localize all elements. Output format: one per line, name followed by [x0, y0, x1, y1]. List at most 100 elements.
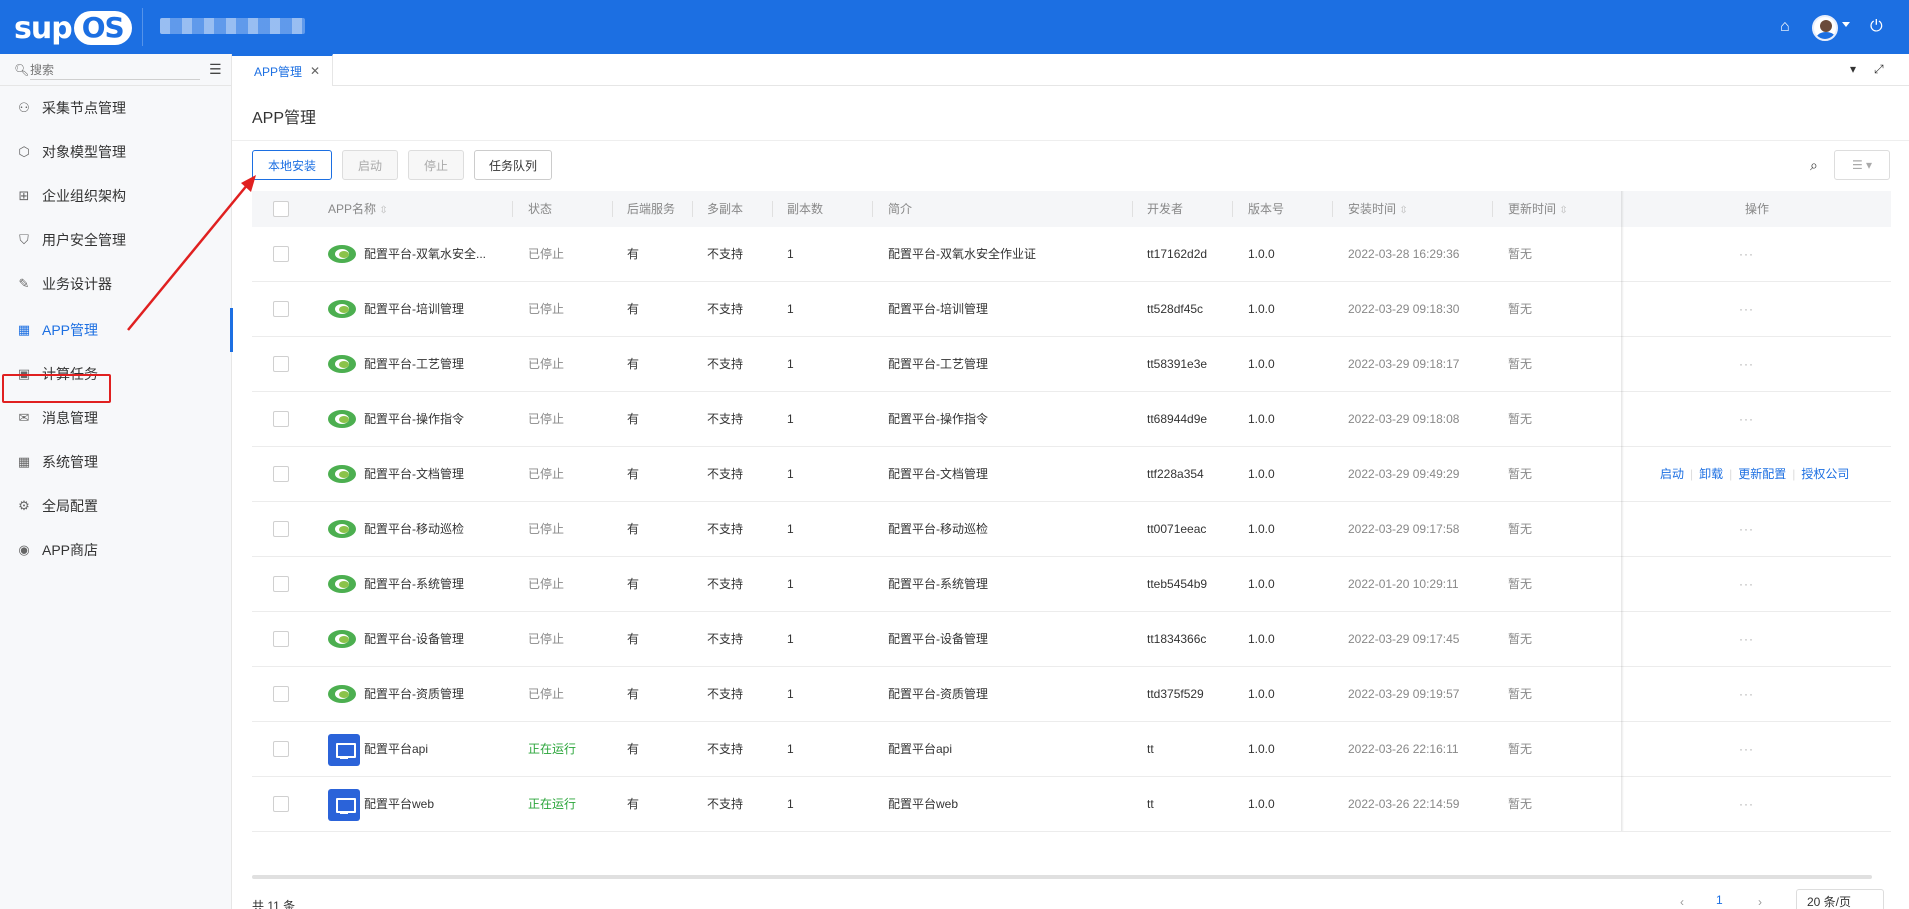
row-actions: ···	[1739, 612, 1754, 667]
row-checkbox[interactable]	[273, 521, 289, 537]
row-checkbox[interactable]	[273, 631, 289, 647]
row-checkbox[interactable]	[273, 796, 289, 812]
update-time-cell: 暂无	[1508, 522, 1533, 536]
tab-app-management[interactable]: APP管理 ✕	[232, 54, 334, 86]
app-name[interactable]: 配置平台-资质管理	[364, 667, 464, 722]
sidebar-item-global-config[interactable]: ⚙ 全局配置	[0, 484, 232, 528]
backend-cell: 有	[627, 797, 640, 811]
home-icon[interactable]: ⌂	[1780, 18, 1790, 36]
column-header-installed[interactable]: 安装时间 ⇳	[1348, 191, 1408, 227]
version-cell: 1.0.0	[1248, 632, 1275, 646]
table-row[interactable]: 配置平台-操作指令 已停止 有 不支持 1 配置平台-操作指令 tt68944d9e 1.0.…	[252, 392, 1891, 447]
app-leaf-icon	[328, 245, 356, 263]
row-checkbox[interactable]	[273, 246, 289, 262]
sidebar-item-app-store[interactable]: ◉ APP商店	[0, 528, 232, 572]
horizontal-scrollbar[interactable]	[252, 875, 1872, 879]
app-name[interactable]: 配置平台-移动巡检	[364, 502, 464, 557]
sidebar-item-app-management[interactable]: ▦ APP管理	[0, 308, 233, 352]
replica-count-cell: 1	[787, 522, 794, 536]
sort-icon[interactable]: ⇳	[379, 205, 387, 216]
chevron-down-icon[interactable]	[1842, 22, 1850, 27]
message-icon: ✉	[18, 410, 30, 425]
table-row[interactable]: 配置平台-资质管理 已停止 有 不支持 1 配置平台-资质管理 ttd375f529 1.0.…	[252, 667, 1891, 722]
table-row[interactable]: 配置平台-双氧水安全... 已停止 有 不支持 1 配置平台-双氧水安全作业证 tt1716…	[252, 227, 1891, 282]
fullscreen-icon[interactable]: ⤢	[1874, 62, 1884, 77]
more-actions-icon[interactable]: ···	[1739, 577, 1754, 591]
table-row[interactable]: 配置平台-系统管理 已停止 有 不支持 1 配置平台-系统管理 tteb5454b9 1.0.…	[252, 557, 1891, 612]
table-row[interactable]: 配置平台-培训管理 已停止 有 不支持 1 配置平台-培训管理 tt528df45c 1.0.…	[252, 282, 1891, 337]
avatar[interactable]	[1812, 15, 1838, 41]
app-name[interactable]: 配置平台-文档管理	[364, 447, 464, 502]
backend-cell: 有	[627, 522, 640, 536]
close-icon[interactable]: ✕	[310, 64, 320, 78]
table-row[interactable]: 配置平台-设备管理 已停止 有 不支持 1 配置平台-设备管理 tt1834366c 1.0.…	[252, 612, 1891, 667]
select-all-checkbox[interactable]	[273, 201, 289, 217]
row-action-link[interactable]: 更新配置	[1738, 467, 1786, 481]
backend-cell: 有	[627, 247, 640, 261]
app-name[interactable]: 配置平台-双氧水安全...	[364, 227, 486, 282]
more-actions-icon[interactable]: ···	[1739, 247, 1754, 261]
column-header-updated[interactable]: 更新时间 ⇳	[1508, 191, 1568, 227]
supos-logo[interactable]: sup OS	[14, 10, 132, 46]
more-actions-icon[interactable]: ···	[1739, 797, 1754, 811]
more-actions-icon[interactable]: ···	[1739, 302, 1754, 316]
app-name[interactable]: 配置平台web	[364, 777, 434, 832]
start-button[interactable]: 启动	[342, 150, 398, 180]
app-name[interactable]: 配置平台-设备管理	[364, 612, 464, 667]
app-name[interactable]: 配置平台-操作指令	[364, 392, 464, 447]
row-action-link[interactable]: 启动	[1660, 467, 1684, 481]
chevron-down-icon[interactable]: ▾	[1850, 62, 1856, 76]
sidebar: 🔍︎ ☰ ⚇ 采集节点管理 ⬡ 对象模型管理 ⊞ 企业组织架构 ⛉ 用户安全管理…	[0, 54, 233, 909]
sidebar-search-input[interactable]	[30, 60, 200, 80]
more-actions-icon[interactable]: ···	[1739, 687, 1754, 701]
table-row[interactable]: 配置平台web 正在运行 有 不支持 1 配置平台web tt 1.0.0 2022-03-26…	[252, 777, 1891, 832]
table-row[interactable]: 配置平台api 正在运行 有 不支持 1 配置平台api tt 1.0.0 2022-03-26…	[252, 722, 1891, 777]
app-name[interactable]: 配置平台-系统管理	[364, 557, 464, 612]
local-install-button[interactable]: 本地安装	[252, 150, 332, 180]
developer-cell: tteb5454b9	[1147, 577, 1208, 591]
row-checkbox[interactable]	[273, 576, 289, 592]
more-actions-icon[interactable]: ···	[1739, 522, 1754, 536]
sidebar-item-org[interactable]: ⊞ 企业组织架构	[0, 174, 232, 218]
sidebar-item-designer[interactable]: ✎ 业务设计器	[0, 262, 232, 306]
page-size-select[interactable]: 20 条/页	[1796, 889, 1884, 909]
sidebar-item-user-security[interactable]: ⛉ 用户安全管理	[0, 218, 232, 262]
row-action-link[interactable]: 卸载	[1699, 467, 1723, 481]
column-header-backend: 后端服务	[627, 202, 676, 216]
sidebar-item-collect-nodes[interactable]: ⚇ 采集节点管理	[0, 86, 232, 130]
column-settings-dropdown[interactable]: ☰ ▾	[1834, 150, 1890, 180]
column-header-name[interactable]: APP名称 ⇳	[328, 191, 388, 227]
row-checkbox[interactable]	[273, 356, 289, 372]
status-text: 已停止	[528, 357, 565, 371]
action-separator: |	[1792, 467, 1796, 481]
row-checkbox[interactable]	[273, 301, 289, 317]
sort-icon[interactable]: ⇳	[1559, 205, 1567, 216]
collapse-menu-icon[interactable]: ☰	[209, 61, 222, 78]
next-page-icon[interactable]: ›	[1758, 895, 1762, 909]
table-row[interactable]: 配置平台-文档管理 已停止 有 不支持 1 配置平台-文档管理 ttf228a354 1.0.…	[252, 447, 1891, 502]
more-actions-icon[interactable]: ···	[1739, 742, 1754, 756]
row-checkbox[interactable]	[273, 411, 289, 427]
app-name[interactable]: 配置平台api	[364, 722, 428, 777]
more-actions-icon[interactable]: ···	[1739, 632, 1754, 646]
page-number[interactable]: 1	[1716, 893, 1723, 907]
sort-icon[interactable]: ⇳	[1399, 205, 1407, 216]
app-name[interactable]: 配置平台-工艺管理	[364, 337, 464, 392]
power-icon[interactable]: ⏻	[1870, 18, 1883, 36]
app-name[interactable]: 配置平台-培训管理	[364, 282, 464, 337]
table-row[interactable]: 配置平台-移动巡检 已停止 有 不支持 1 配置平台-移动巡检 tt0071eeac 1.0.…	[252, 502, 1891, 557]
row-checkbox[interactable]	[273, 466, 289, 482]
row-action-link[interactable]: 授权公司	[1801, 467, 1849, 481]
prev-page-icon[interactable]: ‹	[1680, 895, 1684, 909]
task-queue-button[interactable]: 任务队列	[474, 150, 552, 180]
table-row[interactable]: 配置平台-工艺管理 已停止 有 不支持 1 配置平台-工艺管理 tt58391e3e 1.0.…	[252, 337, 1891, 392]
sidebar-item-system[interactable]: ▦ 系统管理	[0, 440, 232, 484]
stop-button[interactable]: 停止	[408, 150, 464, 180]
sidebar-item-object-model[interactable]: ⬡ 对象模型管理	[0, 130, 232, 174]
search-icon[interactable]: ⌕	[1810, 157, 1818, 174]
more-actions-icon[interactable]: ···	[1739, 357, 1754, 371]
more-actions-icon[interactable]: ···	[1739, 412, 1754, 426]
backend-cell: 有	[627, 742, 640, 756]
row-checkbox[interactable]	[273, 686, 289, 702]
row-checkbox[interactable]	[273, 741, 289, 757]
